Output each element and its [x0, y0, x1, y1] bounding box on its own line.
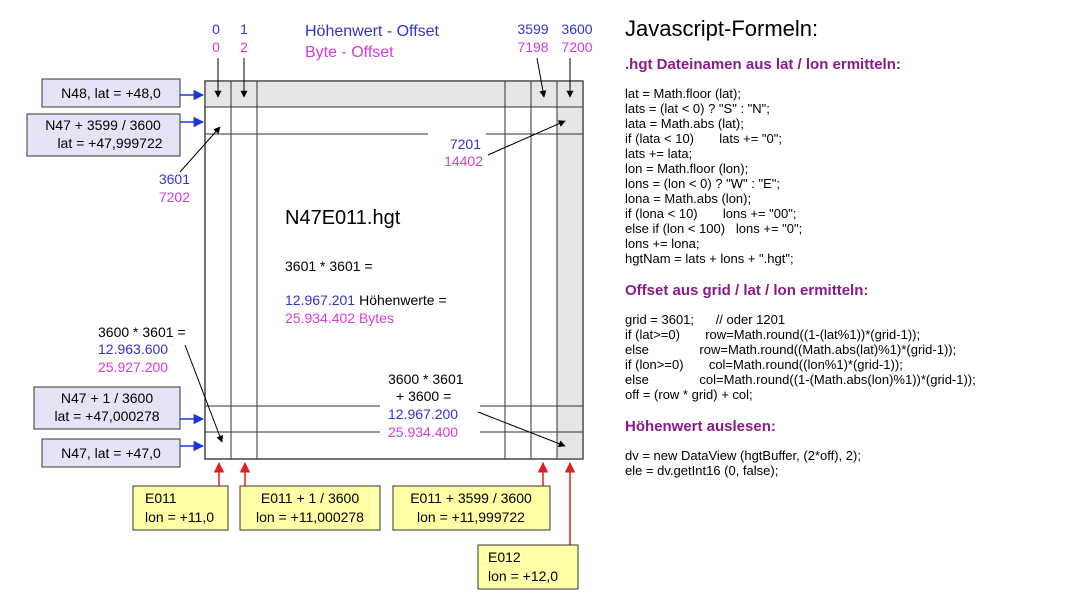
code-line: lons += lona;	[625, 236, 700, 251]
lat-box-n47-text: N47, lat = +47,0	[61, 445, 161, 461]
lastrow-left-b: 25.927.200	[98, 359, 168, 375]
lon-box-e011-l1: E011	[145, 490, 177, 506]
top-offset-h0: 0	[212, 21, 220, 37]
bytes-total: 25.934.402 Bytes	[285, 310, 394, 326]
code-line: lona = Math.abs (lon);	[625, 191, 752, 206]
lastrow-left-h: 12.963.600	[98, 341, 168, 357]
product-label: 3601 * 3601 =	[285, 258, 373, 274]
code-line: lata = Math.abs (lat);	[625, 116, 744, 131]
code-line: lat = Math.floor (lat);	[625, 86, 741, 101]
lastcell-h: 12.967.200	[388, 406, 458, 422]
code-line: else col=Math.round((1-(Math.abs(lon)%1)…	[625, 372, 976, 387]
top-offset-b2: 7198	[517, 39, 548, 55]
row1-left-b: 7202	[159, 189, 190, 205]
lon-box-e012-l2: lon = +12,0	[488, 568, 558, 584]
code-line: else row=Math.round((Math.abs(lat)%1)*(g…	[625, 342, 957, 357]
code-line: dv = new DataView (hgtBuffer, (2*off), 2…	[625, 448, 861, 463]
row1-right-b: 14402	[444, 153, 483, 169]
hoehenwerte-total: 12.967.201 Höhenwerte =	[285, 292, 447, 308]
formulas-title: Javascript-Formeln:	[625, 16, 819, 41]
lon-box-e011-l2: lon = +11,0	[145, 509, 214, 525]
lon-box-e012-l1: E012	[488, 549, 521, 565]
code-line: if (lon>=0) col=Math.round((lon%1)*(grid…	[625, 357, 903, 372]
hgt-grid-diagram: 0 0 1 2 3599 7198 3600 7200 Höhenwert - …	[26, 21, 593, 590]
filename-section: .hgt Dateinamen aus lat / lon ermitteln:…	[625, 56, 1080, 266]
first-row-shade	[205, 81, 583, 107]
lastcell-b: 25.934.400	[388, 424, 458, 440]
row1-right-h: 7201	[450, 136, 481, 152]
code-line: off = (row * grid) + col;	[625, 387, 753, 402]
lon-box-e011-3599-l1: E011 + 3599 / 3600	[410, 490, 532, 506]
legend-byte: Byte - Offset	[305, 44, 394, 61]
lastrow-left-label: 3600 * 3601 =	[98, 324, 186, 340]
read-elevation-section: Höhenwert auslesen: dv = new DataView (h…	[625, 418, 1080, 478]
offset-section: Offset aus grid / lat / lon ermitteln: g…	[625, 282, 1080, 402]
top-offset-h1: 1	[240, 21, 248, 37]
code-line: lats += lata;	[625, 146, 693, 161]
section-heading: Höhenwert auslesen:	[625, 418, 776, 435]
code-line: else if (lon < 100) lons += "0";	[625, 221, 803, 236]
last-column-shade	[557, 81, 583, 459]
lat-box-n47-3599-l1: N47 + 3599 / 3600	[45, 117, 161, 133]
lastcell-label1: 3600 * 3601	[388, 371, 464, 387]
code-line: if (lata < 10) lats += "0";	[625, 131, 782, 146]
javascript-formulas-panel: Javascript-Formeln: .hgt Dateinamen aus …	[625, 16, 1080, 494]
lat-box-n47-1-l2: lat = +47,000278	[54, 408, 159, 424]
code-line: if (lat>=0) row=Math.round((1-(lat%1))*(…	[625, 327, 921, 342]
lon-box-e011-1-l1: E011 + 1 / 3600	[261, 490, 359, 506]
lastcell-label2: + 3600 =	[396, 388, 451, 404]
code-line: lon = Math.floor (lon);	[625, 161, 749, 176]
code-line: lons = (lon < 0) ? "W" : "E";	[625, 176, 781, 191]
code-line: if (lona < 10) lons += "00";	[625, 206, 797, 221]
legend-hoehenwert: Höhenwert - Offset	[305, 23, 440, 40]
code-line: hgtNam = lats + lons + ".hgt";	[625, 251, 794, 266]
row1-left-h: 3601	[159, 171, 190, 187]
file-name: N47E011.hgt	[285, 207, 401, 229]
code-line: ele = dv.getInt16 (0, false);	[625, 463, 779, 478]
lat-box-n47-1-l1: N47 + 1 / 3600	[61, 390, 153, 406]
top-offset-h3: 3600	[561, 21, 592, 37]
top-offset-b3: 7200	[561, 39, 592, 55]
top-offset-h2: 3599	[517, 21, 548, 37]
lat-box-n47-3599-l2: lat = +47,999722	[57, 135, 162, 151]
lon-box-e011-1-l2: lon = +11,000278	[256, 509, 364, 525]
lon-box-e011-3599-l2: lon = +11,999722	[417, 509, 525, 525]
code-line: lats = (lat < 0) ? "S" : "N";	[625, 101, 770, 116]
top-offset-b0: 0	[212, 39, 220, 55]
code-line: grid = 3601; // oder 1201	[625, 312, 786, 327]
lat-box-n48-text: N48, lat = +48,0	[61, 85, 161, 101]
section-heading: .hgt Dateinamen aus lat / lon ermitteln:	[625, 56, 901, 73]
section-heading: Offset aus grid / lat / lon ermitteln:	[625, 282, 869, 299]
top-offset-b1: 2	[240, 39, 248, 55]
